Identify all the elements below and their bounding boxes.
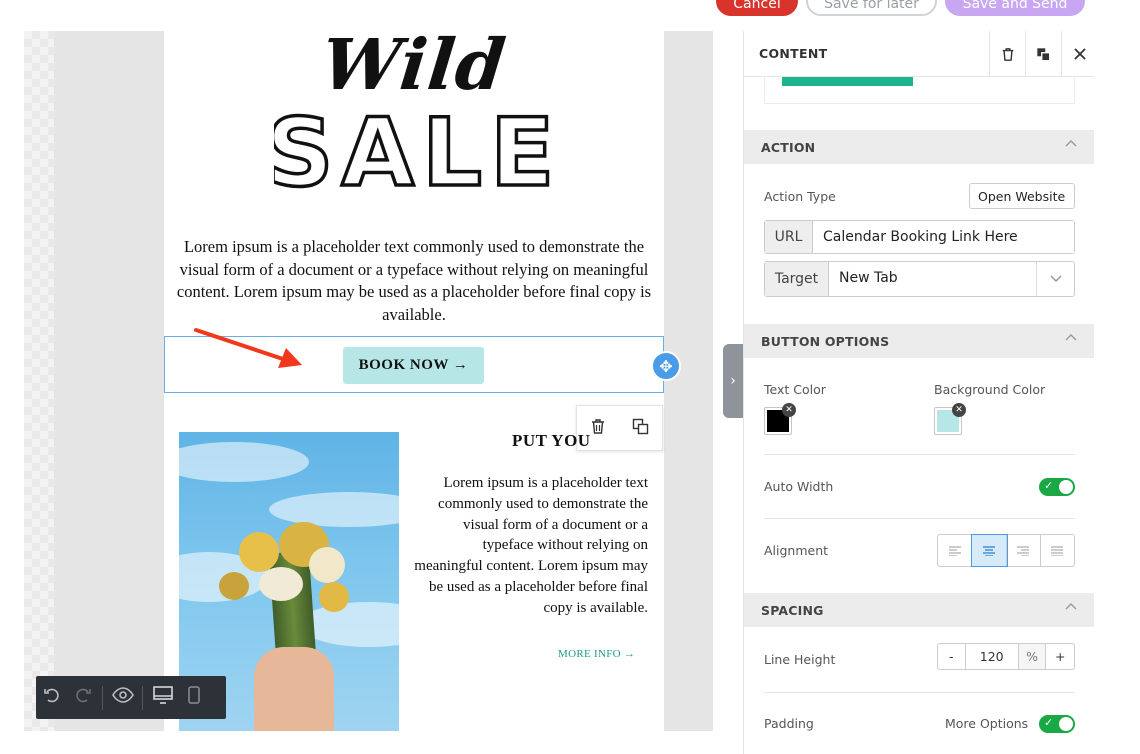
- toolbar-divider: [142, 685, 143, 710]
- more-options-toggle[interactable]: ✓: [1039, 715, 1075, 733]
- redo-icon[interactable]: [67, 686, 98, 709]
- side-paragraph[interactable]: Lorem ipsum is a placeholder text common…: [414, 473, 648, 619]
- copy-icon[interactable]: [1025, 31, 1061, 77]
- align-justify-icon[interactable]: [1041, 535, 1074, 566]
- alignment-label: Alignment: [764, 543, 829, 558]
- body-paragraph[interactable]: Lorem ipsum is a placeholder text common…: [174, 236, 654, 326]
- section-spacing[interactable]: SPACING: [744, 593, 1094, 627]
- align-right-icon[interactable]: [1007, 535, 1041, 566]
- url-field-group: URL Calendar Booking Link Here: [764, 220, 1075, 254]
- action-type-label: Action Type: [764, 189, 836, 204]
- save-for-later-button[interactable]: Save for later: [806, 0, 937, 16]
- canvas-background: Wild SALE Lorem ipsum is a placeholder t…: [54, 31, 713, 731]
- divider: [764, 518, 1075, 519]
- more-options-label: More Options: [945, 716, 1029, 731]
- more-info-link[interactable]: MORE INFO →: [558, 648, 635, 660]
- email-body: Wild SALE Lorem ipsum is a placeholder t…: [164, 31, 681, 731]
- selected-button-block[interactable]: BOOK NOW → ✥: [164, 336, 681, 393]
- button-preview-bar: [782, 77, 913, 86]
- line-height-label: Line Height: [764, 652, 836, 667]
- close-icon[interactable]: [1061, 31, 1094, 77]
- divider: [764, 454, 1075, 455]
- clear-text-color-icon[interactable]: ✕: [782, 403, 796, 417]
- move-icon[interactable]: ✥: [651, 351, 681, 381]
- book-now-button[interactable]: BOOK NOW →: [343, 347, 484, 384]
- mobile-icon[interactable]: [178, 686, 209, 709]
- url-input[interactable]: Calendar Booking Link Here: [813, 221, 1074, 253]
- target-select[interactable]: Target New Tab: [764, 261, 1075, 297]
- section-button-options[interactable]: BUTTON OPTIONS: [744, 324, 1094, 358]
- target-value: New Tab: [829, 262, 1036, 296]
- bg-color-label: Background Color: [934, 382, 1046, 397]
- toolbar-divider: [102, 685, 103, 710]
- panel-title: CONTENT: [759, 46, 828, 61]
- text-color-label: Text Color: [764, 382, 826, 397]
- section-label: SPACING: [761, 603, 824, 618]
- section-title[interactable]: PUT YOU: [512, 431, 591, 451]
- action-type-select[interactable]: Open Website: [969, 183, 1075, 209]
- email-editor: Cancel Save for later Save and Send Wild…: [0, 0, 1140, 754]
- panel-header: CONTENT: [744, 31, 1094, 77]
- target-label: Target: [765, 262, 829, 296]
- desktop-icon[interactable]: [147, 686, 178, 709]
- clear-background-color-icon[interactable]: ✕: [952, 403, 966, 417]
- align-left-icon[interactable]: [938, 535, 973, 566]
- divider: [764, 692, 1075, 693]
- align-center-icon[interactable]: [971, 534, 1008, 567]
- trash-icon[interactable]: [590, 418, 606, 439]
- hero-title[interactable]: SALE: [274, 101, 554, 193]
- line-height-decrement[interactable]: -: [938, 644, 966, 669]
- alignment-buttons: [937, 534, 1075, 567]
- check-icon: ✓: [1044, 479, 1054, 492]
- save-and-send-button[interactable]: Save and Send: [945, 0, 1085, 16]
- properties-panel: CONTENT ACTION Action Type Open Website …: [743, 31, 1094, 754]
- chevron-up-icon: [1065, 140, 1077, 147]
- hero-script-text[interactable]: Wild: [160, 31, 669, 106]
- chevron-right-icon: ›: [730, 373, 736, 389]
- eye-icon[interactable]: [107, 687, 138, 708]
- line-height-increment[interactable]: +: [1046, 644, 1074, 669]
- chevron-up-icon: [1065, 603, 1077, 610]
- line-height-unit: %: [1018, 644, 1047, 669]
- copy-icon[interactable]: [632, 418, 649, 439]
- chevron-up-icon: [1065, 334, 1077, 341]
- line-height-input[interactable]: 120: [966, 644, 1019, 669]
- action-type-value: Open Website: [978, 189, 1066, 204]
- cancel-button[interactable]: Cancel: [716, 0, 798, 16]
- undo-icon[interactable]: [36, 686, 67, 709]
- section-action[interactable]: ACTION: [744, 130, 1094, 164]
- section-label: ACTION: [761, 140, 816, 155]
- button-preview: [764, 77, 1075, 104]
- auto-width-toggle[interactable]: ✓: [1039, 478, 1075, 496]
- url-label: URL: [765, 221, 813, 253]
- section-label: BUTTON OPTIONS: [761, 334, 890, 349]
- line-height-stepper: - 120 % +: [937, 643, 1075, 670]
- canvas-toolbar: [36, 676, 226, 719]
- editor-canvas: Wild SALE Lorem ipsum is a placeholder t…: [24, 31, 713, 731]
- panel-collapse-tab[interactable]: ›: [723, 344, 743, 418]
- hero-title-text: SALE: [274, 101, 554, 193]
- check-icon: ✓: [1044, 716, 1054, 729]
- padding-label: Padding: [764, 716, 814, 731]
- auto-width-label: Auto Width: [764, 479, 834, 494]
- trash-icon[interactable]: [989, 31, 1025, 77]
- chevron-down-icon: [1036, 262, 1074, 296]
